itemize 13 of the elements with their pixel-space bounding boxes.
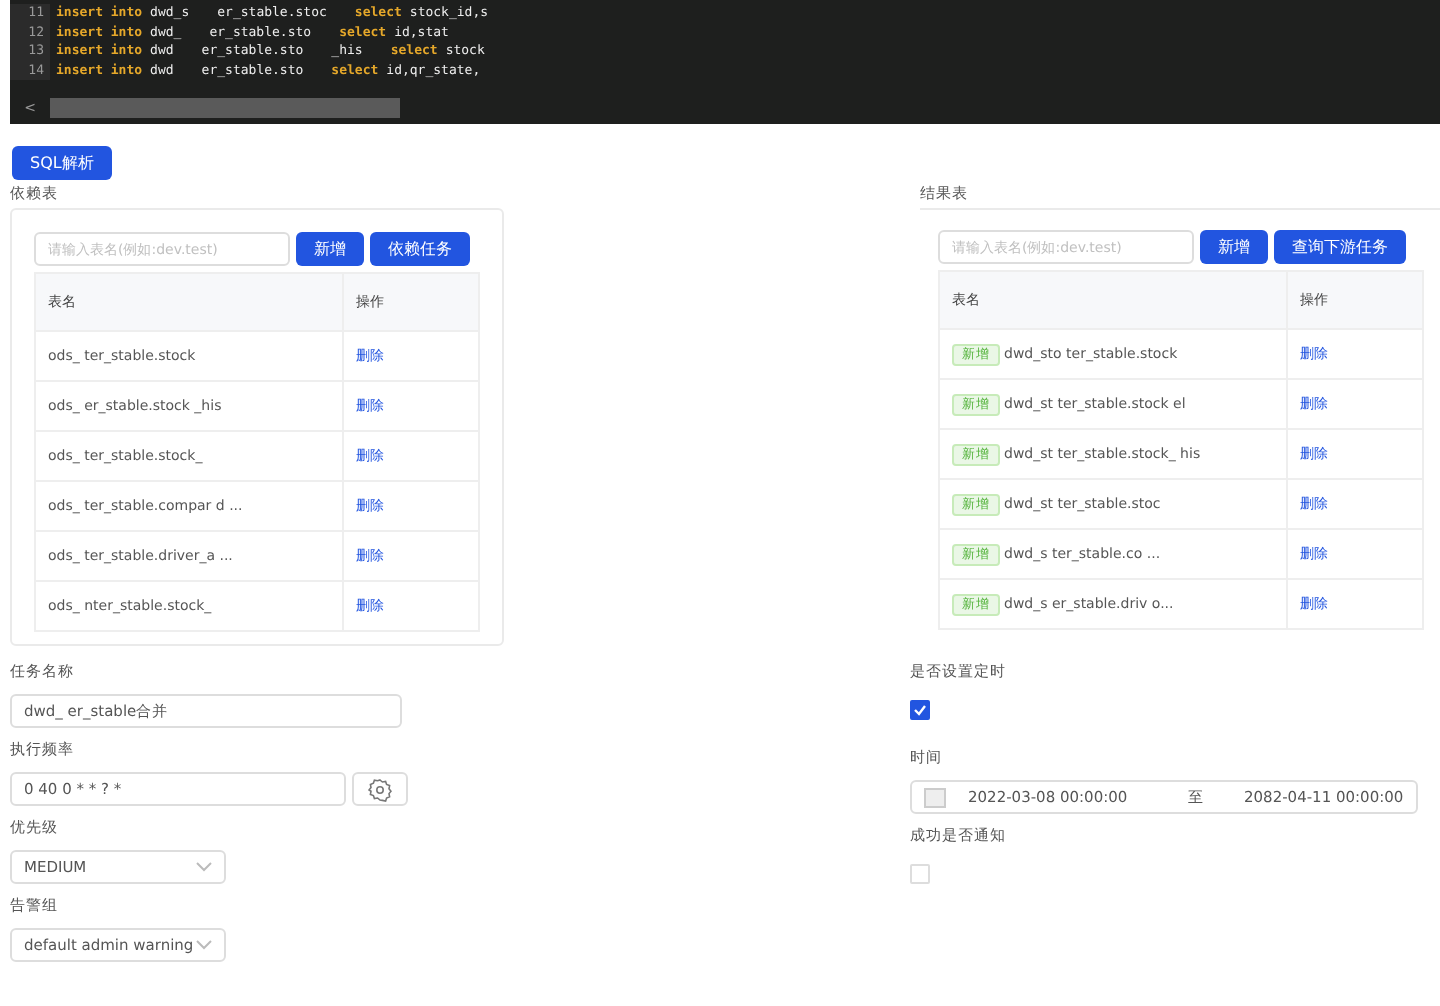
settings-icon	[368, 777, 392, 801]
action-button[interactable]: 依赖任务	[370, 232, 470, 266]
action-button[interactable]: 新增	[1200, 230, 1268, 264]
settings-button[interactable]	[352, 772, 408, 806]
chevron-down-icon	[196, 862, 212, 872]
code-editor[interactable]	[10, 0, 1440, 124]
action-button[interactable]: 新增	[296, 232, 364, 266]
checkbox[interactable]	[910, 700, 930, 720]
parse-button[interactable]: SQL解析	[12, 146, 112, 180]
calendar-icon	[924, 786, 946, 808]
scrollbar-thumb[interactable]	[50, 98, 400, 118]
chevron-down-icon	[196, 940, 212, 950]
action-button[interactable]: 查询下游任务	[1274, 230, 1406, 264]
